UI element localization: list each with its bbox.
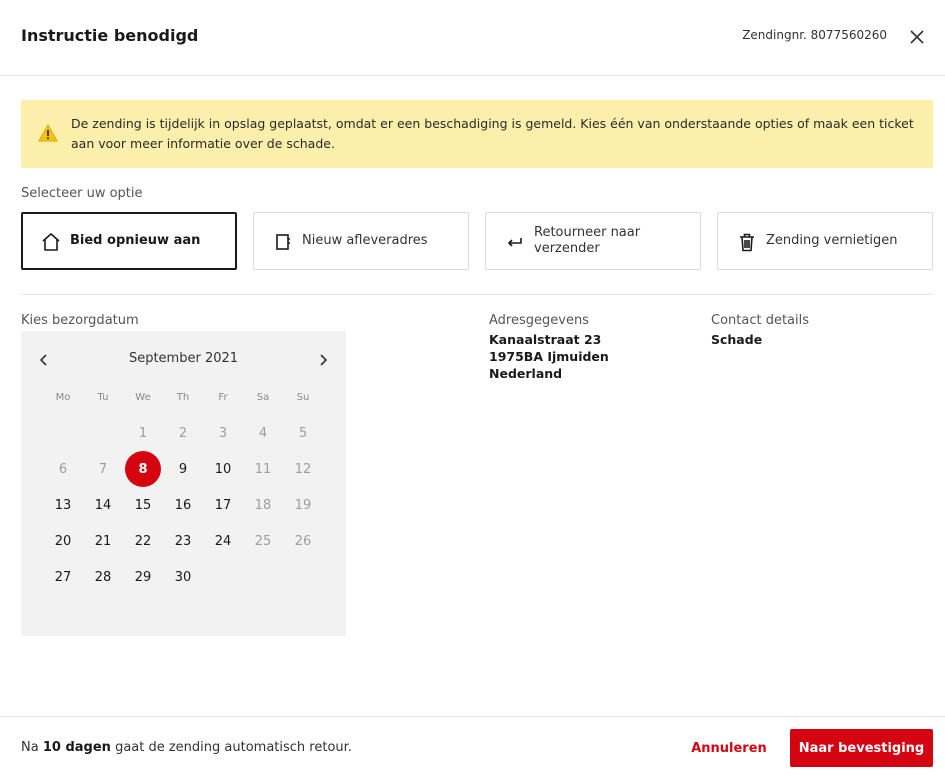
calendar-day: 6	[58, 461, 68, 477]
address-book-icon	[272, 231, 294, 253]
calendar-day: 19	[294, 497, 312, 513]
option-label: Nieuw afleveradres	[302, 233, 428, 248]
date-picker: September 2021 Mo Tu We Th Fr Sa Su 1 2 3 4 5 6 7 8 9 10…	[21, 331, 346, 636]
calendar-day: 26	[294, 533, 312, 549]
option-offer-again[interactable]: Bied opnieuw aan	[21, 212, 237, 270]
close-icon[interactable]	[908, 28, 926, 46]
option-return-sender[interactable]: Retourneer naar verzender	[485, 212, 701, 270]
address-line-2: 1975BA Ijmuiden	[489, 349, 609, 364]
calendar-day[interactable]: 15	[125, 487, 161, 523]
warning-banner: De zending is tijdelijk in opslag geplaa…	[21, 100, 933, 168]
section-divider	[21, 294, 933, 295]
calendar-day[interactable]: 20	[45, 523, 81, 559]
option-label: Bied opnieuw aan	[70, 233, 201, 248]
contact-value: Schade	[711, 332, 763, 347]
calendar-day[interactable]: 30	[165, 559, 201, 595]
weekday-label: Mo	[55, 392, 71, 403]
calendar-day: 18	[254, 497, 272, 513]
weekday-label: Th	[176, 392, 190, 403]
weekday-label: Tu	[97, 392, 109, 403]
address-line-1: Kanaalstraat 23	[489, 332, 602, 347]
confirm-button[interactable]: Naar bevestiging	[790, 729, 933, 767]
calendar-month: September 2021	[128, 351, 239, 366]
calendar-day[interactable]: 22	[125, 523, 161, 559]
calendar-day[interactable]: 27	[45, 559, 81, 595]
calendar-day: 2	[178, 425, 188, 441]
weekday-label: Sa	[256, 392, 270, 403]
calendar-day[interactable]: 23	[165, 523, 201, 559]
calendar-day[interactable]: 28	[85, 559, 121, 595]
weekday-label: Fr	[218, 392, 228, 403]
dialog-footer: Na 10 dagen gaat de zending automatisch …	[0, 716, 945, 778]
calendar-day[interactable]: 9	[165, 451, 201, 487]
cancel-button[interactable]: Annuleren	[684, 729, 774, 767]
shipment-number: Zendingnr. 8077560260	[742, 28, 887, 42]
calendar-day: 25	[254, 533, 272, 549]
note-days: 10 dagen	[42, 740, 111, 755]
calendar-day: 5	[298, 425, 308, 441]
calendar-day[interactable]: 16	[165, 487, 201, 523]
delivery-date-label: Kies bezorgdatum	[21, 313, 139, 328]
calendar-day[interactable]: 14	[85, 487, 121, 523]
calendar-day: 11	[254, 461, 272, 477]
dialog-title: Instructie benodigd	[21, 26, 199, 45]
calendar-day: 7	[98, 461, 108, 477]
home-icon	[40, 231, 62, 253]
calendar-day[interactable]: 10	[205, 451, 241, 487]
option-destroy-shipment[interactable]: Zending vernietigen	[717, 212, 933, 270]
calendar-day: 1	[138, 425, 148, 441]
trash-icon	[736, 231, 758, 253]
calendar-day: 4	[258, 425, 268, 441]
calendar-day[interactable]: 21	[85, 523, 121, 559]
address-line-3: Nederland	[489, 366, 563, 381]
dialog-header: Instructie benodigd Zendingnr. 807756026…	[0, 0, 945, 76]
contact-label: Contact details	[711, 313, 810, 328]
warning-icon	[38, 123, 58, 142]
auto-return-note: Na 10 dagen gaat de zending automatisch …	[21, 740, 352, 755]
return-arrow-icon	[504, 231, 526, 253]
option-section-label: Selecteer uw optie	[21, 186, 143, 201]
calendar-day-selected[interactable]: 8	[125, 451, 161, 487]
warning-text: De zending is tijdelijk in opslag geplaa…	[71, 116, 914, 151]
calendar-day[interactable]: 24	[205, 523, 241, 559]
calendar-day: 3	[218, 425, 228, 441]
calendar-day[interactable]: 17	[205, 487, 241, 523]
calendar-day: 12	[294, 461, 312, 477]
option-label: Zending vernietigen	[766, 233, 898, 248]
calendar-day[interactable]: 29	[125, 559, 161, 595]
chevron-right-icon[interactable]	[316, 353, 330, 367]
weekday-label: We	[135, 392, 151, 403]
calendar-day[interactable]: 13	[45, 487, 81, 523]
note-prefix: Na	[21, 740, 39, 755]
note-suffix: gaat de zending automatisch retour.	[115, 740, 352, 755]
option-label: Retourneer naar verzender	[534, 225, 641, 256]
option-new-address[interactable]: Nieuw afleveradres	[253, 212, 469, 270]
weekday-label: Su	[296, 392, 310, 403]
address-label: Adresgegevens	[489, 313, 589, 328]
